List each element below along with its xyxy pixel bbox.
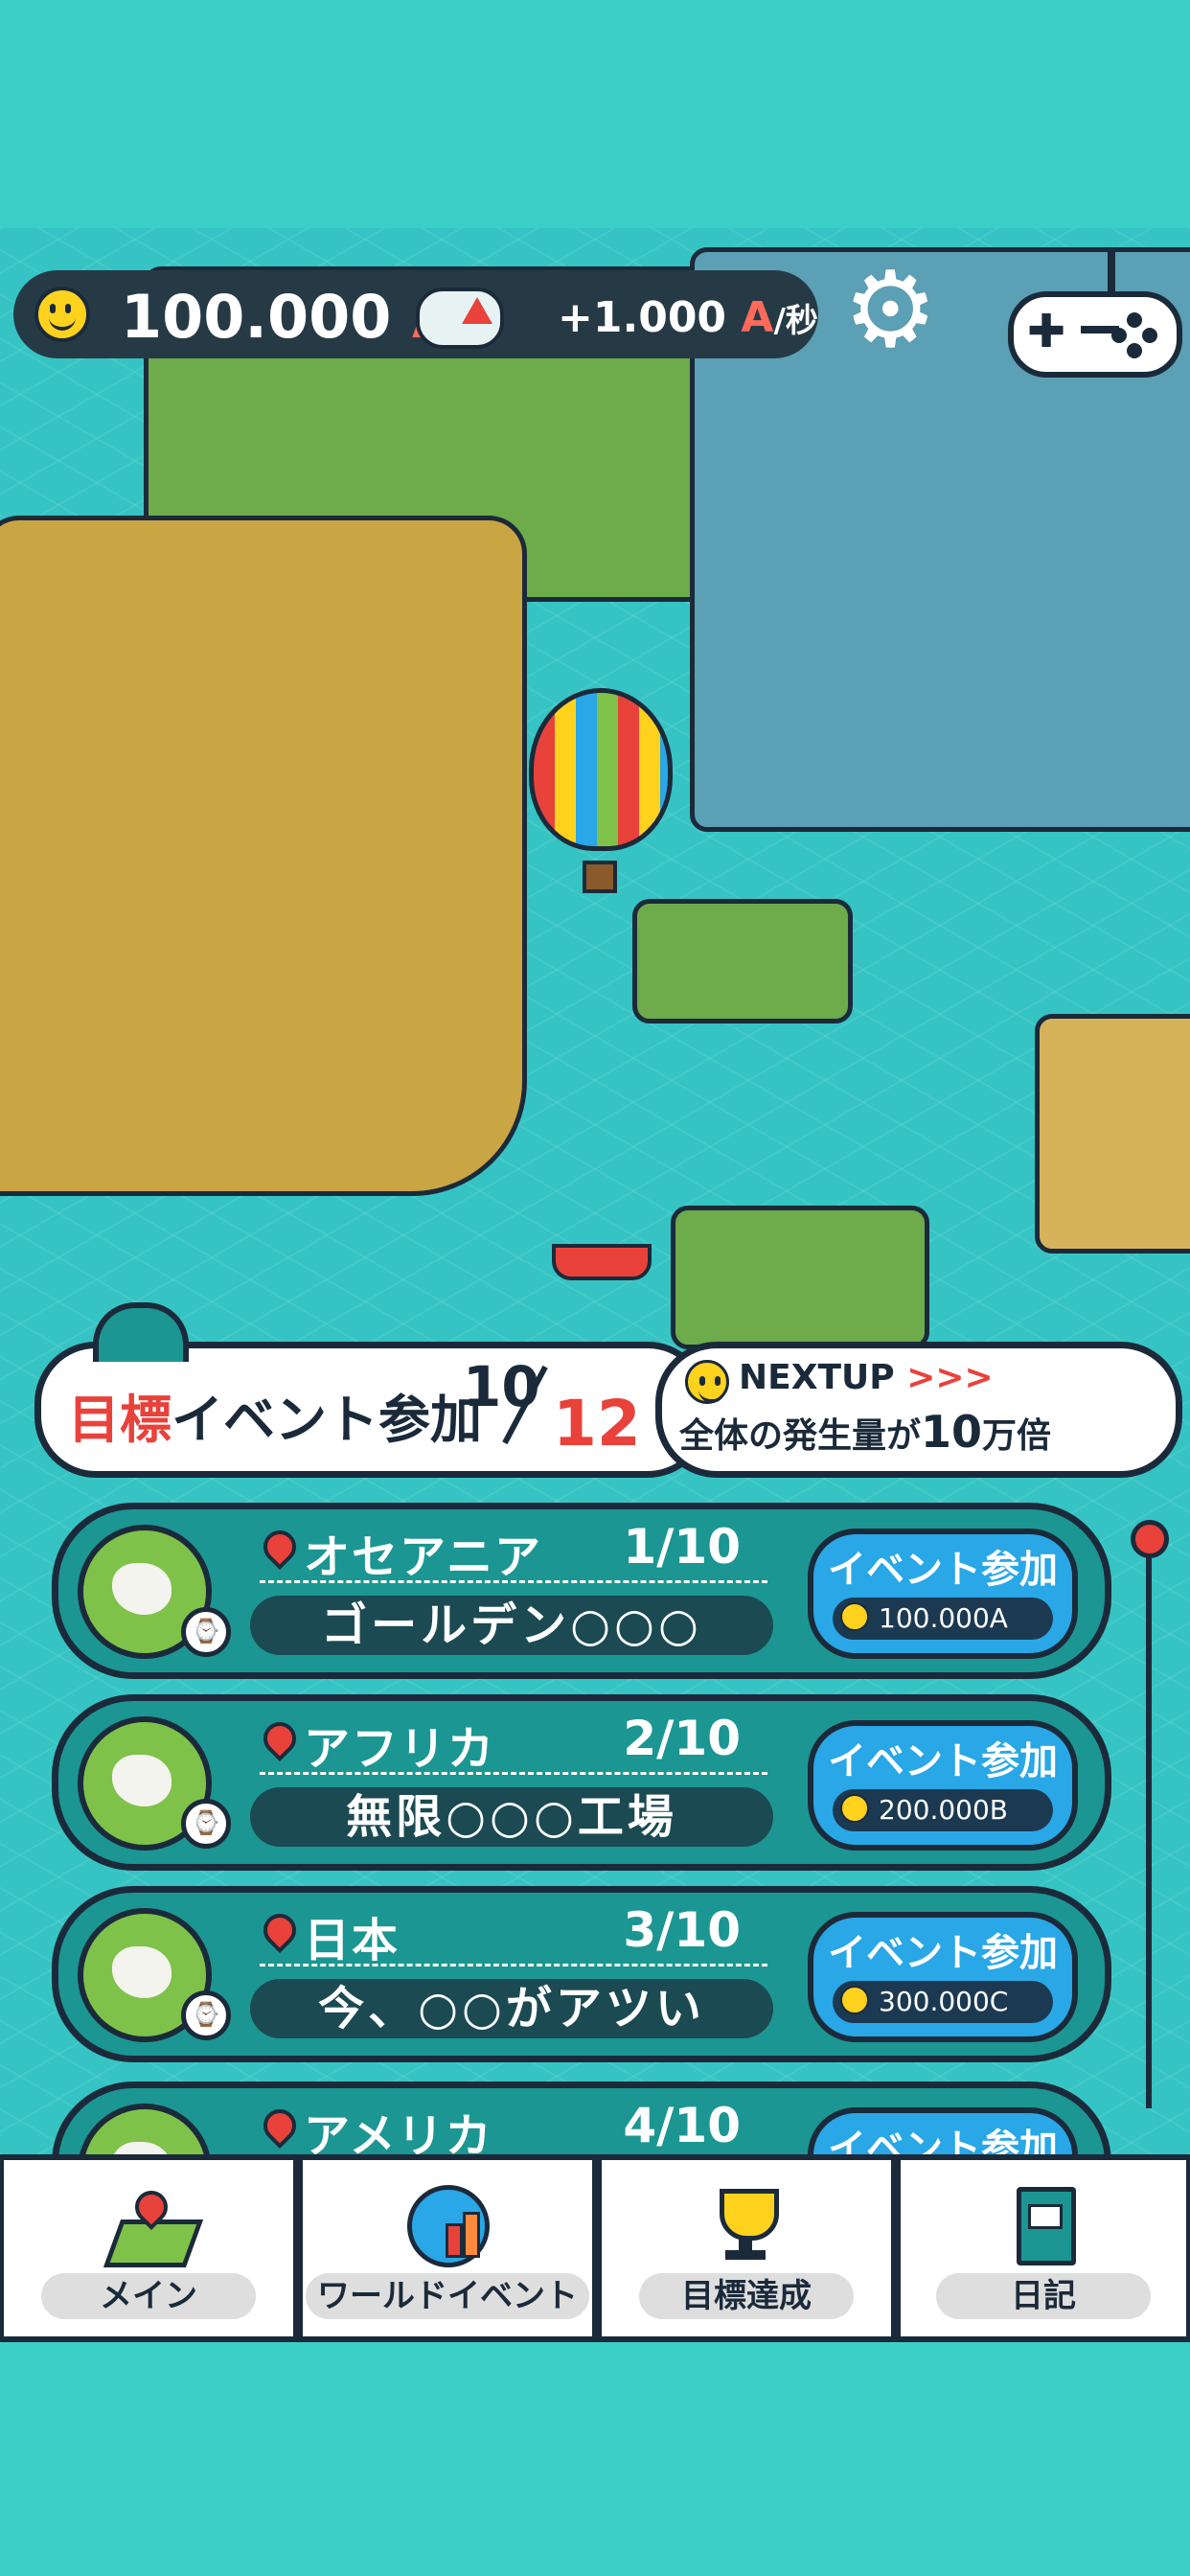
goal-label-main: イベント参加 [172, 1390, 482, 1450]
goal-header: 目標イベント参加 10 12 [34, 1302, 709, 1478]
pin-icon [256, 1906, 304, 1954]
event-list-scrollbar[interactable] [1146, 1533, 1152, 2108]
resource-rate-per: /秒 [773, 302, 818, 340]
event-progress: 3/10 [623, 1902, 741, 1958]
map-island-land [632, 899, 853, 1024]
map-africa-land [0, 516, 527, 1196]
join-event-label: イベント参加 [828, 1548, 1058, 1592]
join-event-button[interactable]: イベント参加 100.000A [808, 1529, 1078, 1659]
ship-icon [552, 1244, 652, 1280]
smiley-icon [685, 1360, 729, 1404]
resource-bar: 100.000 A +1.000 A/秒 [13, 270, 818, 358]
event-cost-value: 100.000A [879, 1602, 1008, 1634]
nav-label-world-event: ワールドイベント [306, 2273, 589, 2319]
goal-total: 12 [553, 1387, 641, 1460]
join-event-button[interactable]: イベント参加 300.000C [808, 1912, 1078, 2042]
nav-tab-diary[interactable]: 日記 [901, 2160, 1186, 2336]
scrollbar-knob[interactable] [1131, 1520, 1169, 1558]
nextup-desc-pre: 全体の発生量が [679, 1416, 922, 1456]
event-cost: 300.000C [833, 1981, 1053, 2023]
gear-icon[interactable]: ⚙ [843, 257, 938, 362]
pin-icon [256, 1714, 304, 1762]
resource-amount-value: 100.000 [121, 282, 392, 352]
event-progress: 2/10 [623, 1711, 741, 1766]
smiley-icon [840, 1794, 869, 1823]
event-region: 日本 [304, 1914, 400, 1967]
trophy-icon [706, 2185, 787, 2266]
nav-tab-main[interactable]: メイン [4, 2160, 293, 2336]
event-cost: 200.000B [833, 1789, 1053, 1831]
join-event-label: イベント参加 [828, 1931, 1058, 1975]
chart-globe-icon [407, 2185, 490, 2267]
smiley-icon [840, 1602, 869, 1631]
tv-icon[interactable]: ⌚ [181, 1990, 231, 2040]
join-event-label: イベント参加 [828, 1739, 1058, 1783]
event-divider [260, 1580, 767, 1583]
nav-tab-world-event[interactable]: ワールドイベント [303, 2160, 592, 2336]
smiley-icon [840, 1986, 869, 2014]
event-card-oceania[interactable]: ⌚ オセアニア 1/10 ゴールデン○○○ イベント参加 100.000A [52, 1503, 1111, 1679]
event-title: 無限○○○工場 [250, 1787, 773, 1847]
hot-air-balloon-icon[interactable] [529, 688, 673, 851]
nextup-arrows: >>> [906, 1358, 994, 1397]
event-region: オセアニア [304, 1530, 543, 1584]
pin-icon [256, 1523, 304, 1571]
event-progress: 4/10 [623, 2098, 741, 2153]
join-event-button[interactable]: イベント参加 200.000B [808, 1720, 1078, 1851]
event-cost: 100.000A [833, 1598, 1053, 1640]
map-icon [103, 2183, 204, 2267]
rate-boost-icon[interactable] [416, 288, 504, 349]
tv-icon[interactable]: ⌚ [181, 1799, 231, 1849]
goal-label-prefix: 目標 [68, 1390, 172, 1450]
nextup-panel: NEXTUP >>> 全体の発生量が10万倍 [655, 1342, 1182, 1478]
gamepad-icon[interactable]: ✚ [1008, 249, 1182, 378]
map-america-land [671, 1206, 929, 1349]
balloon-basket-icon [583, 861, 617, 893]
pin-icon [256, 2102, 304, 2150]
nav-label-goal: 目標達成 [639, 2273, 854, 2319]
event-region: アフリカ [304, 1722, 496, 1776]
event-card-africa[interactable]: ⌚ アフリカ 2/10 無限○○○工場 イベント参加 200.000B [52, 1694, 1111, 1871]
nav-label-main: メイン [41, 2273, 256, 2319]
event-title: ゴールデン○○○ [250, 1596, 773, 1655]
map-japan-land [1035, 1014, 1190, 1254]
nextup-label: NEXTUP [739, 1358, 895, 1397]
resource-rate-value: +1.000 [558, 293, 727, 342]
nextup-desc-num: 10 [921, 1406, 983, 1458]
resource-rate: +1.000 A/秒 [558, 293, 818, 342]
smiley-icon [34, 287, 90, 342]
nextup-desc-post: 万倍 [982, 1416, 1052, 1456]
resource-rate-unit: A [741, 293, 774, 342]
tv-icon[interactable]: ⌚ [181, 1607, 231, 1657]
event-divider [260, 1772, 767, 1775]
nav-label-diary: 日記 [936, 2273, 1151, 2319]
resource-amount: 100.000 A [121, 282, 447, 352]
event-cost-value: 300.000C [879, 1986, 1009, 2017]
event-title: 今、○○がアツい [250, 1979, 773, 2038]
event-divider [260, 1964, 767, 1966]
event-cost-value: 200.000B [879, 1794, 1008, 1826]
event-progress: 1/10 [623, 1519, 741, 1575]
bottom-nav: メイン ワールドイベント 目標達成 日記 [0, 2154, 1190, 2342]
goal-current: 10 [463, 1354, 540, 1419]
book-icon [1003, 2185, 1084, 2266]
event-card-japan[interactable]: ⌚ 日本 3/10 今、○○がアツい イベント参加 300.000C [52, 1886, 1111, 2062]
nav-tab-goal[interactable]: 目標達成 [602, 2160, 891, 2336]
